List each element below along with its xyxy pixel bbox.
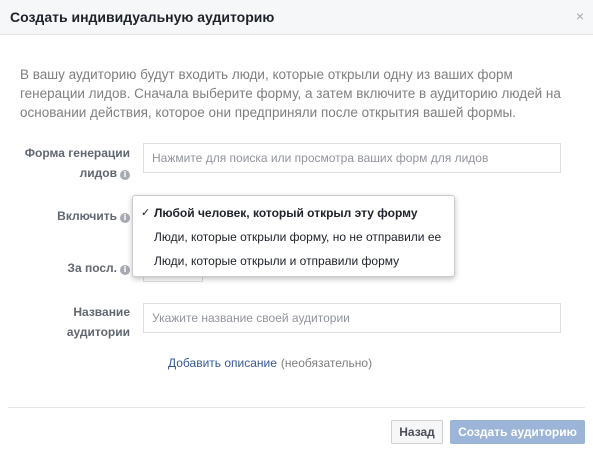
last-days-label: За посл. i [67,258,130,278]
lead-form-search-input[interactable]: Нажмите для поиска или просмотра ваших ф… [143,143,561,173]
check-icon: ✓ [141,207,151,219]
include-label: Включить i [57,206,130,226]
dropdown-option-label: Люди, которые открыли и отправили форму [154,254,400,268]
intro-text: В вашу аудиторию будут входить люди, кот… [20,67,561,120]
dropdown-option-label: Любой человек, который открыл эту форму [154,206,418,220]
dropdown-option-label: Люди, которые открыли форму, но не отпра… [154,230,442,244]
lead-form-label-line1: Форма генерации [24,146,130,160]
audience-name-label: Название аудитории [67,302,130,342]
include-dropdown-menu: ✓ Любой человек, который открыл эту форм… [132,195,455,277]
dropdown-option-opened-not-submitted[interactable]: Люди, которые открыли форму, но не отпра… [133,225,454,249]
add-description-link[interactable]: Добавить описание [168,356,277,370]
dialog-header: Создать индивидуальную аудиторию × [0,0,593,35]
lead-form-label: Форма генерации лидов i [25,143,130,183]
audience-name-label-line1: Название [73,305,130,319]
dialog-title: Создать индивидуальную аудиторию [10,9,275,25]
back-button[interactable]: Назад [391,420,443,444]
footer-divider [8,407,585,408]
optional-note: (необязательно) [280,356,373,370]
dropdown-option-opened-and-submitted[interactable]: Люди, которые открыли и отправили форму [133,249,454,273]
dropdown-option-anyone-opened[interactable]: ✓ Любой человек, который открыл эту форм… [133,201,454,225]
last-days-label-text: За посл. [67,261,117,275]
info-icon[interactable]: i [120,265,130,275]
close-icon[interactable]: × [576,8,584,24]
audience-name-input[interactable]: Укажите название своей аудитории [143,303,561,333]
lead-form-label-line2: лидов [79,166,117,180]
include-label-text: Включить [57,209,117,223]
add-description: Добавить описание (необязательно) [168,356,372,370]
audience-name-label-line2: аудитории [66,325,130,339]
info-icon[interactable]: i [120,213,130,223]
info-icon[interactable]: i [120,170,130,180]
create-audience-button[interactable]: Создать аудиторию [450,420,585,444]
create-custom-audience-dialog: Создать индивидуальную аудиторию × В ваш… [0,0,593,452]
